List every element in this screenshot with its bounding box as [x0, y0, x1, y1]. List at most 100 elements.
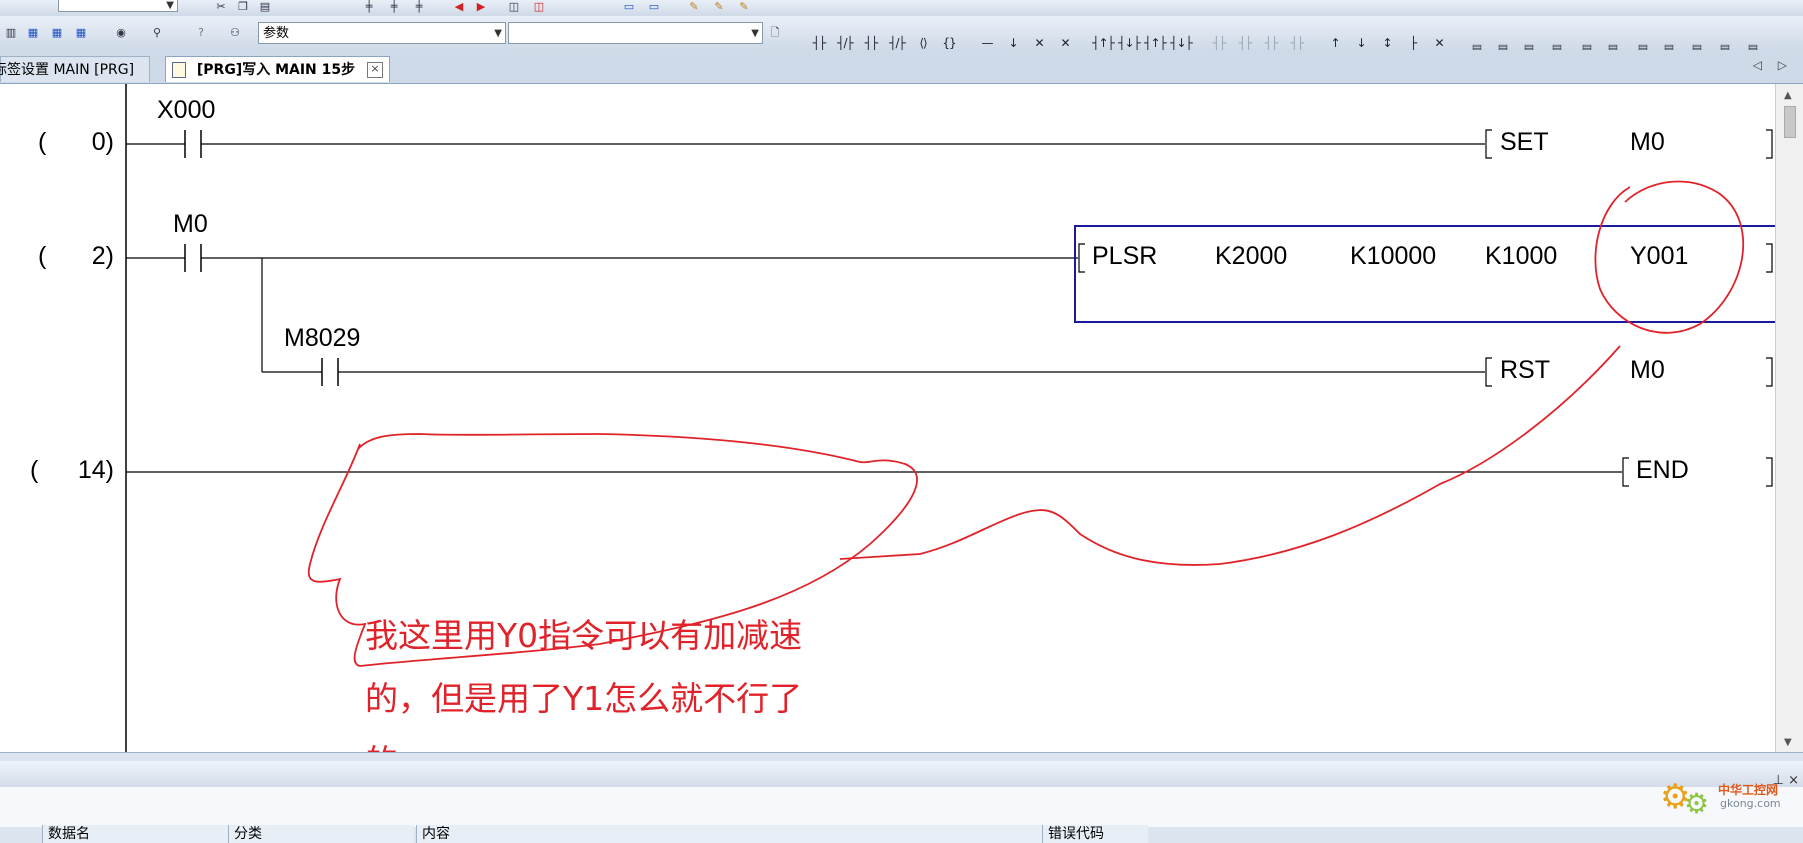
toolbar-row-main: ▥ ▦ ▦ ▦ ◉ ⚲ ? ⚇ 参数▼ ▼ 🗋 ┤├F5┤/├sF5┤├F6┤/… — [0, 16, 1803, 59]
vertical-scrollbar[interactable]: ▲ ▼ — [1775, 84, 1803, 752]
ladder-symbol-icon: ✕ — [1060, 36, 1070, 50]
instruction-set[interactable]: SET — [1500, 128, 1549, 157]
step-number-value: 0 — [91, 128, 106, 156]
search-icon[interactable]: ⚲ — [148, 26, 166, 40]
operand[interactable]: M0 — [1630, 356, 1665, 385]
column-header-data-name[interactable]: 数据名 — [42, 825, 228, 843]
ladder-symbol-icon: ┤↑├ — [1144, 36, 1167, 50]
gkong-watermark-logo: ⚙ ⚙ 中华工控网 gkong.com — [1660, 777, 1795, 823]
dev-grid-icon[interactable]: ▦ — [24, 26, 42, 40]
paste-icon[interactable]: ▤ — [256, 0, 274, 14]
ladder-symbol-icon: ┤├ — [1238, 36, 1252, 50]
ladder-symbol-icon: {} — [942, 36, 956, 50]
copy-icon[interactable]: ❐ — [234, 0, 252, 14]
monitor-icon[interactable]: ◫ — [530, 0, 548, 14]
page-icon[interactable]: 🗋 — [766, 26, 784, 40]
output-panel-header: ⊥ × — [0, 761, 1803, 788]
ladder-symbol-icon: ↑ — [1330, 36, 1340, 50]
tool-icon[interactable]: ✎ — [710, 0, 728, 14]
rst-bracket-right — [1766, 357, 1773, 387]
watermark-line2: gkong.com — [1720, 797, 1781, 810]
ladder-tool-icon[interactable]: ╪ — [410, 0, 428, 14]
ladder-symbol-icon: ↕ — [1382, 36, 1392, 50]
rung-2-bracket-right — [1766, 243, 1773, 273]
monitor-icon[interactable]: ◫ — [505, 0, 523, 14]
contact-label[interactable]: M0 — [173, 210, 208, 239]
end-bracket-right — [1766, 457, 1773, 487]
cut-icon[interactable]: ✂ — [212, 0, 230, 14]
ladder-diagram — [125, 84, 1775, 752]
ladder-symbol-icon: ┤├ — [1264, 36, 1278, 50]
tab-label-settings-text: 标签设置 MAIN [PRG] — [0, 62, 135, 78]
ladder-symbol-icon: ┤├ — [864, 36, 878, 50]
annotation-line: 我这里用Y0指令可以有加减速 — [365, 616, 803, 655]
dev-watch-icon[interactable]: ◉ — [112, 26, 130, 40]
operand[interactable]: K1000 — [1485, 242, 1557, 271]
step-number: ( — [30, 456, 39, 484]
program-combo[interactable]: ▼ — [508, 22, 763, 44]
tab-scroll-arrows[interactable]: ◁ ▷ — [1753, 58, 1793, 72]
rst-bracket-left — [1485, 357, 1492, 387]
column-header-category[interactable]: 分类 — [228, 825, 414, 843]
step-number-value: 2 — [91, 242, 106, 270]
operand[interactable]: Y001 — [1630, 242, 1688, 271]
step-number: 0) — [91, 128, 114, 156]
operand[interactable]: K10000 — [1350, 242, 1436, 271]
instruction-plsr[interactable]: PLSR — [1092, 242, 1157, 271]
binoculars-icon[interactable]: ⚇ — [226, 26, 244, 40]
rung-0-bracket-right — [1766, 129, 1773, 159]
ladder-symbol-icon: ┤├ — [1290, 36, 1304, 50]
output-panel-body — [0, 787, 1803, 827]
ladder-symbol-icon: ┤├ — [1212, 36, 1226, 50]
document-icon — [172, 62, 186, 78]
column-header-content[interactable]: 内容 — [416, 825, 1042, 843]
ladder-symbol-icon: ┤↑├ — [1092, 36, 1115, 50]
tab-label-settings[interactable]: 标签设置 MAIN [PRG] — [0, 56, 150, 82]
top-combo[interactable]: ▼ — [58, 0, 178, 12]
instruction-rst[interactable]: RST — [1500, 356, 1550, 385]
dev-grid-icon[interactable]: ▦ — [48, 26, 66, 40]
tab-write-main[interactable]: [PRG]写入 MAIN 15步 × — [165, 56, 390, 82]
arrow-right-icon[interactable]: ▶ — [472, 0, 490, 14]
parameter-combo[interactable]: 参数 ▼ — [258, 22, 506, 44]
tool-icon[interactable]: ✎ — [735, 0, 753, 14]
dev-icon[interactable]: ▭ — [620, 0, 638, 14]
ladder-editor[interactable]: ( 0) ( 2) ( 14) X000 M0 M8029 SET M0 PLS… — [0, 84, 1775, 781]
contact-label[interactable]: M8029 — [284, 324, 360, 353]
tab-write-main-text: [PRG]写入 MAIN 15步 — [196, 62, 356, 78]
contact-label[interactable]: X000 — [157, 96, 215, 125]
ladder-tool-icon[interactable]: ╪ — [360, 0, 378, 14]
ladder-symbol-icon: ✕ — [1434, 36, 1444, 50]
column-header-error-code[interactable]: 错误代码 — [1042, 825, 1148, 843]
ladder-symbol-icon: ⟨⟩ — [919, 36, 927, 50]
instruction-end[interactable]: END — [1636, 456, 1689, 485]
help-icon[interactable]: ? — [192, 26, 210, 40]
arrow-left-icon[interactable]: ◀ — [450, 0, 468, 14]
dev-grid-icon[interactable]: ▦ — [72, 26, 90, 40]
ladder-symbol-icon: — — [981, 36, 994, 50]
scroll-thumb[interactable] — [1784, 106, 1796, 138]
scroll-up-icon[interactable]: ▲ — [1784, 90, 1792, 101]
ladder-symbol-icon: ┤↓├ — [1170, 36, 1193, 50]
end-bracket-left — [1622, 457, 1629, 487]
editor-tab-bar: 标签设置 MAIN [PRG] [PRG]写入 MAIN 15步 × ◁ ▷ — [0, 50, 1803, 84]
tool-icon[interactable]: ✎ — [685, 0, 703, 14]
watermark-line1: 中华工控网 — [1718, 783, 1779, 797]
output-panel: ⊥ × 数据名 分类 内容 错误代码 ⚙ ⚙ 中华工控网 gkong.com — [0, 752, 1803, 843]
gear-icon: ⚙ — [1684, 787, 1710, 820]
rung-0-bracket-left — [1485, 129, 1492, 159]
program-icon[interactable]: ▥ — [2, 26, 20, 40]
ladder-symbol-icon: ┤├ — [812, 36, 826, 50]
dev-icon[interactable]: ▭ — [645, 0, 663, 14]
close-icon[interactable]: × — [367, 62, 383, 78]
operand[interactable]: M0 — [1630, 128, 1665, 157]
operand[interactable]: K2000 — [1215, 242, 1287, 271]
ladder-tool-icon[interactable]: ╪ — [385, 0, 403, 14]
parameter-combo-value: 参数 — [263, 26, 290, 41]
scroll-down-icon[interactable]: ▼ — [1784, 737, 1792, 748]
rung-2-bracket-left — [1078, 243, 1085, 273]
ladder-symbol-icon: ↓ — [1356, 36, 1366, 50]
step-number: 2) — [91, 242, 114, 270]
selection-cursor — [1074, 225, 1775, 323]
step-number: ( — [38, 128, 47, 156]
